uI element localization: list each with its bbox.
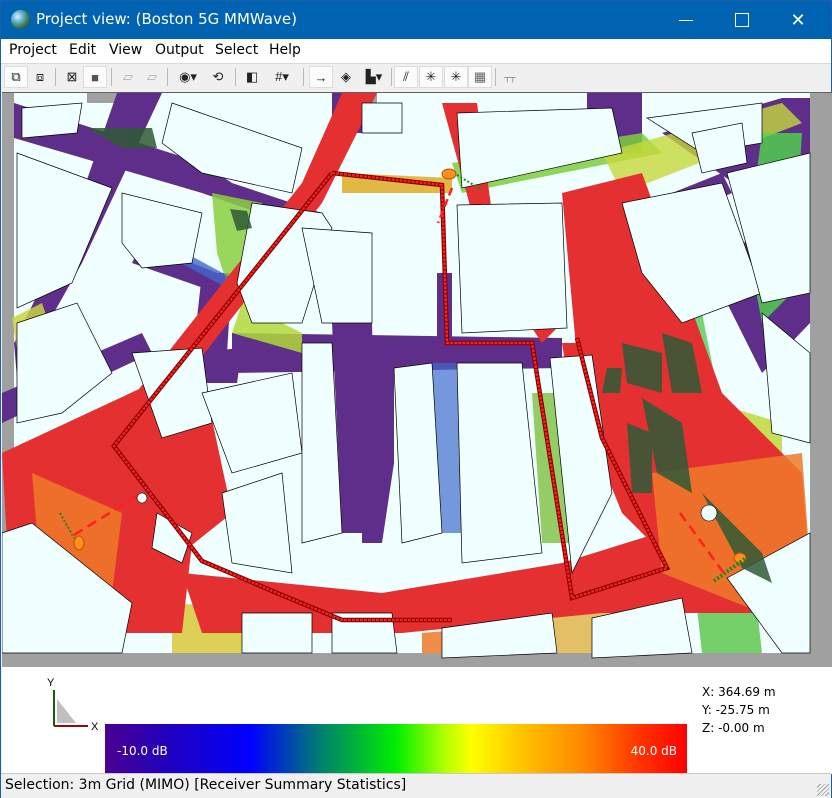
axis-gizmo: Y X: [47, 677, 99, 733]
multi-view-button[interactable]: ⧈: [29, 66, 51, 88]
maximize-icon: [735, 13, 749, 27]
toolbar-separator: [167, 68, 168, 86]
menu-project[interactable]: Project: [9, 42, 57, 58]
coord-x: X: 364.69 m: [702, 685, 776, 699]
transparent-icon: ▱: [147, 69, 157, 84]
close-button[interactable]: ✕: [773, 1, 823, 39]
antenna-burst-icon: ✳: [450, 69, 462, 84]
minimize-icon: [679, 19, 693, 21]
coord-z: Z: -0.00 m: [702, 721, 765, 735]
camera-view-dropdown[interactable]: ◉▾: [173, 66, 203, 88]
toolbar-separator: [391, 68, 392, 86]
legend-panel: Y X -10.0 dB 40.0 dB X: 364.69 m Y: -25.…: [2, 667, 832, 774]
toolbar-separator: [55, 68, 56, 86]
coverage-map[interactable]: [2, 93, 832, 667]
shaded-box-icon: ◧: [245, 69, 259, 84]
eye-button[interactable]: ◈: [335, 66, 357, 88]
toolbar-separator: [235, 68, 236, 86]
axis-x-label: X: [91, 721, 99, 733]
shaded-box-button[interactable]: ◧: [241, 66, 263, 88]
globe-app-icon: [11, 10, 30, 29]
menu-help[interactable]: Help: [269, 42, 301, 58]
eye-icon: ◈: [341, 69, 351, 84]
building-antenna-icon: ▙▾: [365, 69, 383, 84]
toolbar-separator: [111, 68, 112, 86]
menu-select[interactable]: Select: [215, 42, 258, 58]
antenna-burst-button[interactable]: ✳: [444, 66, 468, 88]
map-viewport[interactable]: [2, 92, 832, 667]
window-title: Project view: (Boston 5G MMWave): [36, 10, 297, 28]
resize-grip[interactable]: [817, 784, 829, 796]
maximize-button[interactable]: [717, 1, 767, 39]
color-scale-min: -10.0 dB: [117, 744, 168, 758]
axis-y-label: Y: [47, 677, 55, 689]
color-scale-max: 40.0 dB: [630, 744, 677, 758]
title-bar[interactable]: Project view: (Boston 5G MMWave) ✕: [1, 1, 831, 39]
wireframe-icon: ▱: [123, 69, 133, 84]
status-bar: Selection: 3m Grid (MIMO) [Receiver Summ…: [1, 773, 831, 798]
project-view-window: Project view: (Boston 5G MMWave) ✕ Proje…: [0, 0, 832, 798]
antenna-pattern-button[interactable]: ✳: [419, 66, 443, 88]
toolbar-separator: [303, 68, 304, 86]
grid-icon: #▾: [275, 69, 289, 84]
show-features-button[interactable]: ⊠: [61, 66, 83, 88]
transmitter-rays-button[interactable]: ⫽: [394, 66, 418, 88]
heatmap-toggle-button[interactable]: ▦: [468, 66, 492, 88]
selection-status: Selection: 3m Grid (MIMO) [Receiver Summ…: [5, 777, 407, 793]
axis-plane-triangle: [57, 699, 76, 723]
ruler-button[interactable]: ┬┬: [499, 66, 521, 88]
transmitter-rays-icon: ⫽: [403, 69, 409, 84]
menu-bar: Project Edit View Output Select Help: [1, 39, 831, 64]
menu-view[interactable]: View: [109, 42, 142, 58]
reset-view-icon: ⟲: [212, 69, 224, 84]
coord-y: Y: -25.75 m: [702, 703, 770, 717]
close-icon: ✕: [790, 9, 806, 30]
grid-dropdown[interactable]: #▾: [267, 66, 297, 88]
direction-arrow-icon: →: [314, 69, 328, 85]
menu-edit[interactable]: Edit: [69, 42, 96, 58]
toolbar: ⧉ ⧈ ⊠ ■ ▱ ▱ ◉▾ ⟲ ◧ #▾ → ◈ ▙▾ ⫽ ✳ ✳ ▦ ┬┬: [1, 64, 831, 91]
perspective-view-icon: ⧉: [11, 69, 21, 84]
solid-render-button[interactable]: ■: [83, 66, 107, 88]
show-features-icon: ⊠: [66, 69, 78, 84]
wireframe-button[interactable]: ▱: [117, 66, 139, 88]
menu-output[interactable]: Output: [155, 42, 204, 58]
cursor-coordinates: X: 364.69 m Y: -25.75 m Z: -0.00 m: [702, 683, 776, 737]
antenna-pattern-icon: ✳: [425, 69, 437, 84]
solid-render-icon: ■: [91, 69, 99, 85]
minimize-button[interactable]: [661, 1, 711, 39]
heatmap-toggle-icon: ▦: [473, 69, 487, 84]
reset-view-button[interactable]: ⟲: [207, 66, 229, 88]
color-scale-bar: -10.0 dB 40.0 dB: [105, 724, 687, 774]
direction-arrow-button[interactable]: →: [309, 66, 333, 88]
building-antenna-dropdown[interactable]: ▙▾: [359, 66, 389, 88]
multi-view-icon: ⧈: [35, 69, 45, 84]
ruler-icon: ┬┬: [504, 72, 516, 82]
transparent-button[interactable]: ▱: [141, 66, 163, 88]
toolbar-separator: [495, 68, 496, 86]
camera-icon: ◉▾: [179, 69, 197, 84]
perspective-view-button[interactable]: ⧉: [4, 66, 28, 88]
